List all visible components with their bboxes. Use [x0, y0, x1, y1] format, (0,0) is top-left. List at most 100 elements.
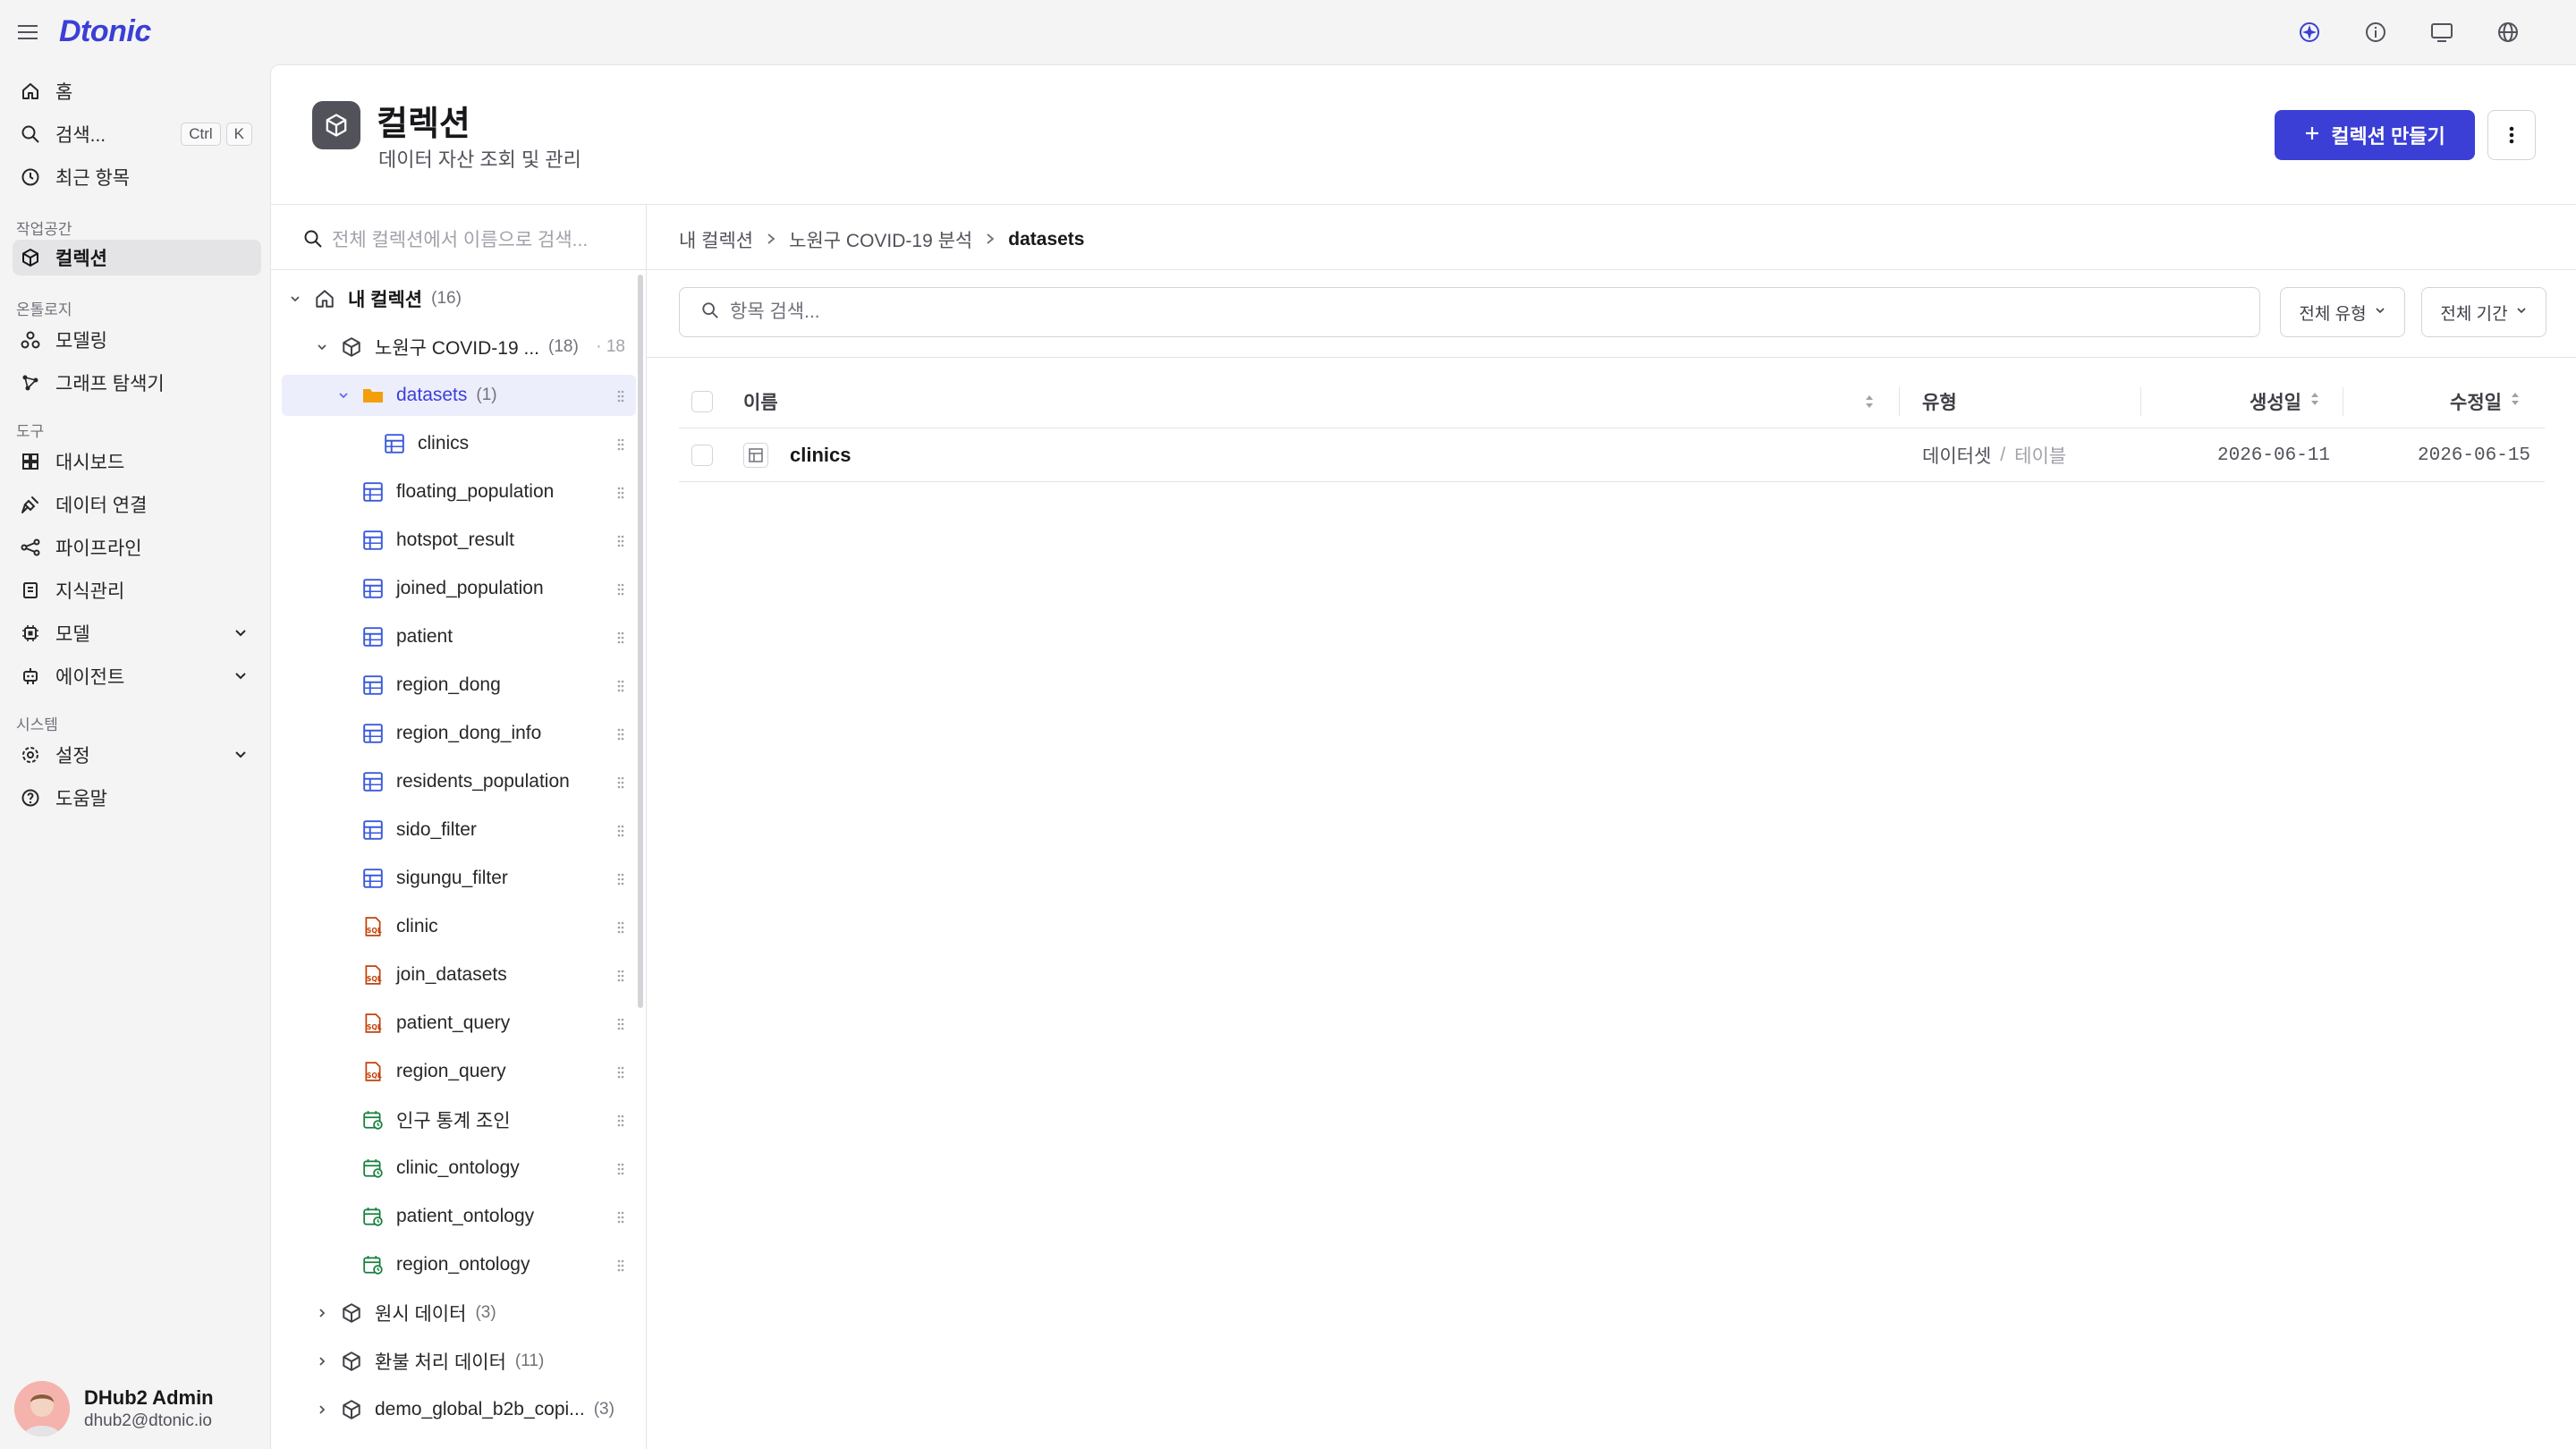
sidebar-item-collections[interactable]: 컬렉션 — [13, 240, 261, 275]
tree-item-my-collections[interactable]: 내 컬렉션 (16) — [282, 278, 636, 319]
sidebar-item-graph-explorer[interactable]: 그래프 탐색기 — [13, 365, 261, 401]
chevron-down-icon[interactable] — [335, 387, 352, 403]
drag-handle-icon[interactable] — [616, 1015, 625, 1037]
sidebar-item-model[interactable]: 모델 — [13, 615, 261, 651]
modeling-icon — [18, 327, 43, 352]
sidebar-item-settings[interactable]: 설정 — [13, 737, 261, 773]
table-row[interactable]: clinics 데이터셋 / 테이블 2026-06-11 2026-06-15 — [679, 428, 2545, 482]
user-profile[interactable]: DHub2 Admin dhub2@dtonic.io — [14, 1368, 265, 1449]
sidebar-item-knowledge[interactable]: 지식관리 — [13, 572, 261, 608]
chevron-right-icon[interactable] — [314, 1305, 330, 1321]
sidebar-item-recent[interactable]: 최근 항목 — [13, 159, 261, 195]
tree-item-ontology[interactable]: 인구 통계 조인 — [282, 1099, 636, 1140]
divider — [647, 269, 2576, 270]
drag-handle-icon[interactable] — [616, 774, 625, 795]
chevron-down-icon[interactable] — [287, 291, 303, 307]
drag-handle-icon[interactable] — [616, 629, 625, 650]
drag-handle-icon[interactable] — [616, 1208, 625, 1230]
tree-item-folder-datasets[interactable]: datasets (1) — [282, 375, 636, 416]
chevron-right-icon — [985, 229, 996, 250]
chevron-down-icon[interactable] — [314, 339, 330, 355]
drag-handle-icon[interactable] — [616, 1160, 625, 1182]
row-name-cell[interactable]: clinics — [743, 428, 851, 482]
cube-icon — [312, 101, 360, 149]
drag-handle-icon[interactable] — [616, 677, 625, 699]
sidebar-item-modeling[interactable]: 모델링 — [13, 322, 261, 358]
drag-handle-icon[interactable] — [616, 967, 625, 988]
tree-search-input[interactable] — [332, 230, 618, 251]
tree-item-collection[interactable]: 노원구 COVID-19 ... (18) · 18 — [282, 326, 636, 368]
tree-item-query[interactable]: SQL join_datasets — [282, 954, 636, 996]
drag-handle-icon[interactable] — [616, 484, 625, 505]
tree-scrollbar[interactable] — [638, 275, 643, 1008]
period-filter-dropdown[interactable]: 전체 기간 — [2421, 287, 2546, 337]
chevron-right-icon[interactable] — [314, 1353, 330, 1369]
item-search-input[interactable] — [730, 301, 2161, 323]
sidebar-item-search[interactable]: 검색... Ctrl K — [13, 116, 261, 152]
tree-item-collection[interactable]: 환불 처리 데이터 (11) — [282, 1341, 636, 1382]
drag-handle-icon[interactable] — [616, 1112, 625, 1133]
sort-name-icon[interactable] — [1863, 375, 1876, 428]
sidebar-item-pipeline[interactable]: 파이프라인 — [13, 530, 261, 565]
row-checkbox[interactable] — [691, 445, 713, 466]
tree-item-table[interactable]: clinics — [282, 423, 636, 464]
drag-handle-icon[interactable] — [616, 1257, 625, 1278]
drag-handle-icon[interactable] — [616, 919, 625, 940]
select-all-checkbox[interactable] — [691, 391, 713, 412]
logo[interactable]: Dtonic — [59, 14, 151, 49]
tree-item-count: (11) — [514, 1352, 545, 1370]
chevron-right-icon[interactable] — [314, 1402, 330, 1418]
tree-item-table[interactable]: region_dong_info — [282, 713, 636, 754]
globe-icon[interactable] — [2492, 16, 2524, 48]
svg-text:SQL: SQL — [367, 975, 382, 983]
drag-handle-icon[interactable] — [616, 870, 625, 892]
section-label-tools: 도구 — [16, 423, 45, 440]
tree-item-table[interactable]: sido_filter — [282, 809, 636, 851]
drag-handle-icon[interactable] — [616, 725, 625, 747]
tree-item-collection[interactable]: demo_global_b2b_copi... (3) — [282, 1389, 636, 1430]
tree-item-table[interactable]: patient — [282, 616, 636, 657]
tree-item-table[interactable]: hotspot_result — [282, 520, 636, 561]
tree-item-query[interactable]: SQL patient_query — [282, 1003, 636, 1044]
sidebar-item-dashboard[interactable]: 대시보드 — [13, 444, 261, 479]
create-collection-button[interactable]: 컬렉션 만들기 — [2275, 110, 2475, 160]
column-header-name[interactable]: 이름 — [743, 375, 778, 428]
drag-handle-icon[interactable] — [616, 387, 625, 409]
tree-item-query[interactable]: SQL region_query — [282, 1051, 636, 1092]
tree-item-table[interactable]: floating_population — [282, 471, 636, 513]
tree-item-ontology[interactable]: patient_ontology — [282, 1196, 636, 1237]
breadcrumb-item-collection[interactable]: 노원구 COVID-19 분석 — [789, 226, 972, 253]
more-options-button[interactable] — [2487, 110, 2536, 160]
tree-item-collection[interactable]: 원시 데이터 (3) — [282, 1292, 636, 1334]
column-header-created[interactable]: 생성일 — [2250, 375, 2321, 428]
info-icon[interactable] — [2360, 16, 2392, 48]
sidebar-item-data-connection[interactable]: 데이터 연결 — [13, 487, 261, 522]
drag-handle-icon[interactable] — [616, 532, 625, 554]
tree-item-table[interactable]: region_dong — [282, 665, 636, 706]
column-header-modified[interactable]: 수정일 — [2450, 375, 2521, 428]
breadcrumb-item-my-collections[interactable]: 내 컬렉션 — [679, 226, 753, 253]
drag-handle-icon[interactable] — [616, 1063, 625, 1085]
sidebar-item-agent[interactable]: 에이전트 — [13, 658, 261, 694]
ai-assistant-icon[interactable] — [2293, 16, 2326, 48]
tree-item-table[interactable]: sigungu_filter — [282, 858, 636, 899]
tree-item-query[interactable]: SQL clinic — [282, 906, 636, 947]
sidebar-item-home[interactable]: 홈 — [13, 73, 261, 109]
tree-item-count: (1) — [476, 386, 497, 404]
tree-item-ontology[interactable]: region_ontology — [282, 1244, 636, 1285]
type-filter-dropdown[interactable]: 전체 유형 — [2280, 287, 2405, 337]
drag-handle-icon[interactable] — [616, 822, 625, 843]
tree-item-ontology[interactable]: clinic_ontology — [282, 1148, 636, 1189]
column-separator[interactable] — [2140, 387, 2141, 416]
tree-item-table[interactable]: residents_population — [282, 761, 636, 802]
menu-icon[interactable] — [16, 20, 41, 45]
chevron-down-icon — [233, 624, 249, 646]
tree-item-table[interactable]: joined_population — [282, 568, 636, 609]
drag-handle-icon[interactable] — [616, 436, 625, 457]
monitor-icon[interactable] — [2426, 16, 2458, 48]
chip-icon — [18, 621, 43, 646]
column-separator[interactable] — [1899, 387, 1900, 416]
drag-handle-icon[interactable] — [616, 580, 625, 602]
sidebar-item-help[interactable]: 도움말 — [13, 780, 261, 816]
tree-item-label: region_dong_info — [396, 723, 542, 743]
